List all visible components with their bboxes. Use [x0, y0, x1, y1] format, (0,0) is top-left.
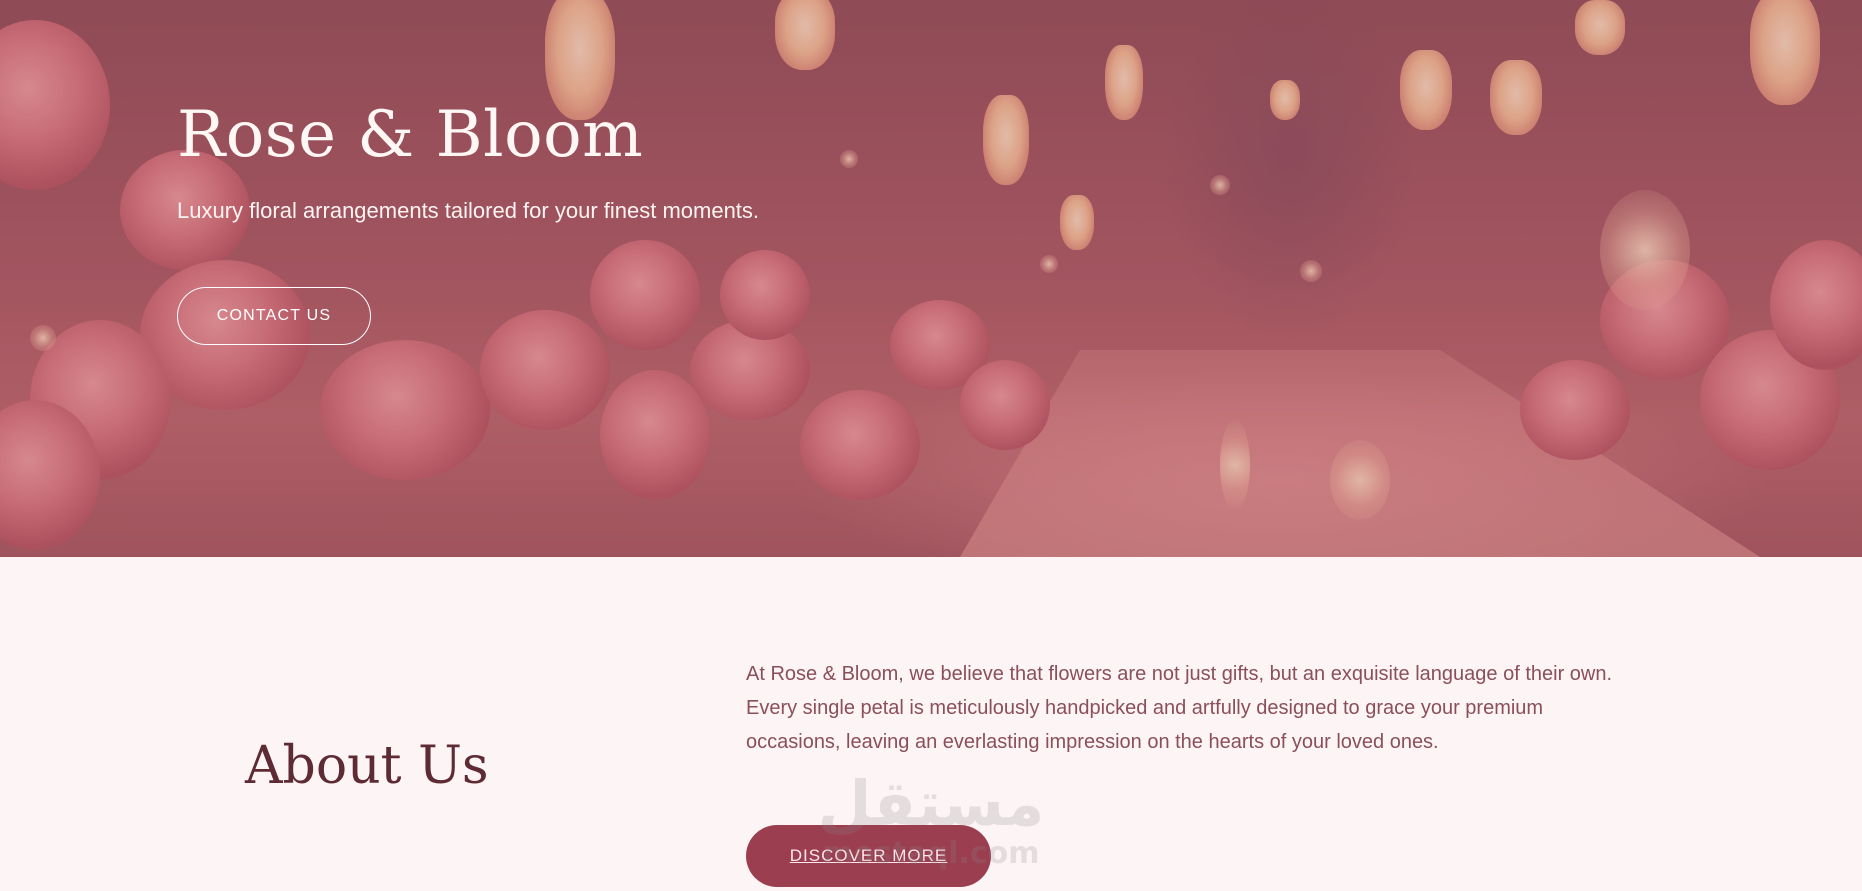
- discover-more-button[interactable]: DISCOVER MORE: [746, 825, 991, 887]
- about-title: About Us: [245, 736, 489, 796]
- hero-overlay: [0, 0, 1862, 557]
- about-description: At Rose & Bloom, we believe that flowers…: [746, 663, 1613, 753]
- hero-banner: Rose & Bloom Luxury floral arrangements …: [0, 0, 1862, 557]
- about-section: About Us At Rose & Bloom, we believe tha…: [0, 557, 1862, 891]
- hero-content: Rose & Bloom Luxury floral arrangements …: [177, 100, 759, 224]
- hero-title: Rose & Bloom: [177, 98, 644, 172]
- hero-subtitle: Luxury floral arrangements tailored for …: [177, 198, 760, 224]
- contact-us-button[interactable]: CONTACT US: [177, 287, 371, 345]
